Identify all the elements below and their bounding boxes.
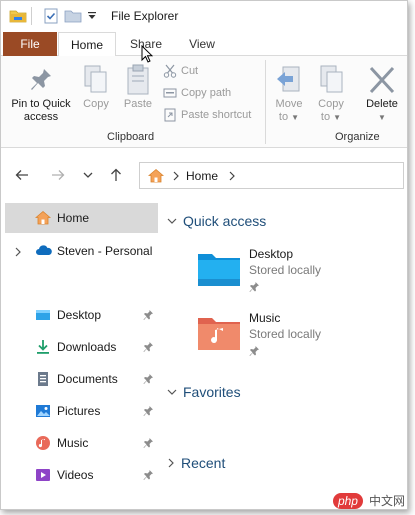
properties-icon[interactable] xyxy=(43,8,59,27)
back-button[interactable] xyxy=(11,164,33,186)
cut-button[interactable]: Cut xyxy=(163,62,198,80)
quick-access-desktop[interactable]: Desktop Stored locally xyxy=(197,247,367,307)
pin-icon[interactable] xyxy=(143,405,154,419)
pin-icon[interactable] xyxy=(143,469,154,483)
pin-icon[interactable] xyxy=(249,345,260,359)
downloads-icon xyxy=(35,339,51,355)
quick-access-music[interactable]: Music Stored locally xyxy=(197,311,367,371)
scissors-icon xyxy=(163,64,177,78)
address-bar[interactable]: Home xyxy=(139,162,404,189)
onedrive-icon xyxy=(35,243,52,259)
ribbon-home: Pin to Quick access Copy Paste Cut Copy … xyxy=(1,56,407,148)
navigation-pane: Home Steven - Personal Desktop Downloads… xyxy=(1,203,161,509)
documents-icon xyxy=(35,371,51,387)
pin-icon[interactable] xyxy=(143,437,154,451)
copy-to-button[interactable]: Copy to ▼ xyxy=(313,64,349,124)
new-folder-icon[interactable] xyxy=(64,8,82,27)
nav-item-music[interactable]: Music xyxy=(5,428,158,458)
up-button[interactable] xyxy=(105,164,127,186)
watermark: php 中文网 xyxy=(332,492,405,509)
chevron-down-icon xyxy=(83,172,93,178)
divider xyxy=(31,7,33,28)
music-icon xyxy=(35,435,51,451)
pin-icon[interactable] xyxy=(143,341,154,355)
delete-x-icon xyxy=(369,66,395,94)
nav-item-documents[interactable]: Documents xyxy=(5,364,158,394)
pin-to-quick-access-button[interactable]: Pin to Quick access xyxy=(5,66,77,124)
videos-icon xyxy=(35,467,51,483)
chevron-down-icon xyxy=(167,388,177,396)
copy-button[interactable]: Copy xyxy=(79,64,113,111)
pin-icon[interactable] xyxy=(143,373,154,387)
section-favorites[interactable]: Favorites xyxy=(167,384,241,400)
pin-icon[interactable] xyxy=(249,281,260,295)
copy-icon xyxy=(84,65,107,93)
forward-arrow-icon xyxy=(52,170,65,180)
content-pane: Quick access Desktop Stored locally Musi… xyxy=(161,203,407,509)
nav-item-videos[interactable]: Videos xyxy=(5,460,158,490)
nav-item-home[interactable]: Home xyxy=(5,203,158,233)
desktop-folder-icon xyxy=(197,251,241,290)
pictures-icon xyxy=(35,403,51,419)
chevron-right-icon xyxy=(167,458,175,468)
nav-item-desktop[interactable]: Desktop xyxy=(5,300,158,330)
paste-icon xyxy=(127,64,149,95)
section-quick-access[interactable]: Quick access xyxy=(167,213,266,229)
music-folder-icon xyxy=(197,315,241,354)
up-arrow-icon xyxy=(111,168,121,181)
navigation-bar: Home xyxy=(1,148,407,203)
expand-chevron-icon[interactable] xyxy=(14,246,22,260)
recent-locations-button[interactable] xyxy=(77,164,99,186)
window-title: File Explorer xyxy=(111,9,179,23)
move-to-button[interactable]: Move to ▼ xyxy=(271,64,307,124)
section-recent[interactable]: Recent xyxy=(167,455,225,471)
home-icon xyxy=(34,210,52,226)
paste-shortcut-icon xyxy=(164,108,176,122)
tab-home[interactable]: Home xyxy=(58,32,116,57)
customize-toolbar-dropdown-icon[interactable] xyxy=(87,10,97,24)
ribbon-separator xyxy=(265,60,266,144)
pin-icon[interactable] xyxy=(143,309,154,323)
forward-button[interactable] xyxy=(47,164,69,186)
file-explorer-window: File Explorer File Home Share View Pin t… xyxy=(0,0,408,510)
chevron-down-icon xyxy=(167,217,177,225)
delete-button[interactable]: Delete ▼ xyxy=(361,64,403,124)
breadcrumb-chevron-icon[interactable] xyxy=(228,171,236,181)
paste-button[interactable]: Paste xyxy=(119,64,157,111)
breadcrumb-chevron-icon xyxy=(172,171,180,181)
nav-item-onedrive[interactable]: Steven - Personal xyxy=(5,236,158,266)
breadcrumb-home[interactable]: Home xyxy=(186,169,218,183)
copy-path-button[interactable]: Copy path xyxy=(163,84,231,102)
pin-icon xyxy=(31,69,51,90)
back-arrow-icon xyxy=(15,170,28,180)
clipboard-group-label: Clipboard xyxy=(107,131,155,143)
nav-item-downloads[interactable]: Downloads xyxy=(5,332,158,362)
mouse-cursor-icon xyxy=(141,44,154,66)
move-to-icon xyxy=(277,66,300,92)
copy-to-icon xyxy=(320,65,343,93)
organize-group-label: Organize xyxy=(335,131,380,143)
tab-file[interactable]: File xyxy=(3,32,57,56)
nav-item-pictures[interactable]: Pictures xyxy=(5,396,158,426)
title-bar: File Explorer xyxy=(1,1,407,31)
folder-app-icon xyxy=(9,8,27,27)
tab-view[interactable]: View xyxy=(177,32,227,56)
home-icon xyxy=(148,168,164,184)
desktop-folder-icon xyxy=(35,307,51,323)
ribbon-tabs: File Home Share View xyxy=(1,32,407,57)
paste-shortcut-button[interactable]: Paste shortcut xyxy=(163,106,251,124)
copy-path-icon xyxy=(163,88,177,98)
